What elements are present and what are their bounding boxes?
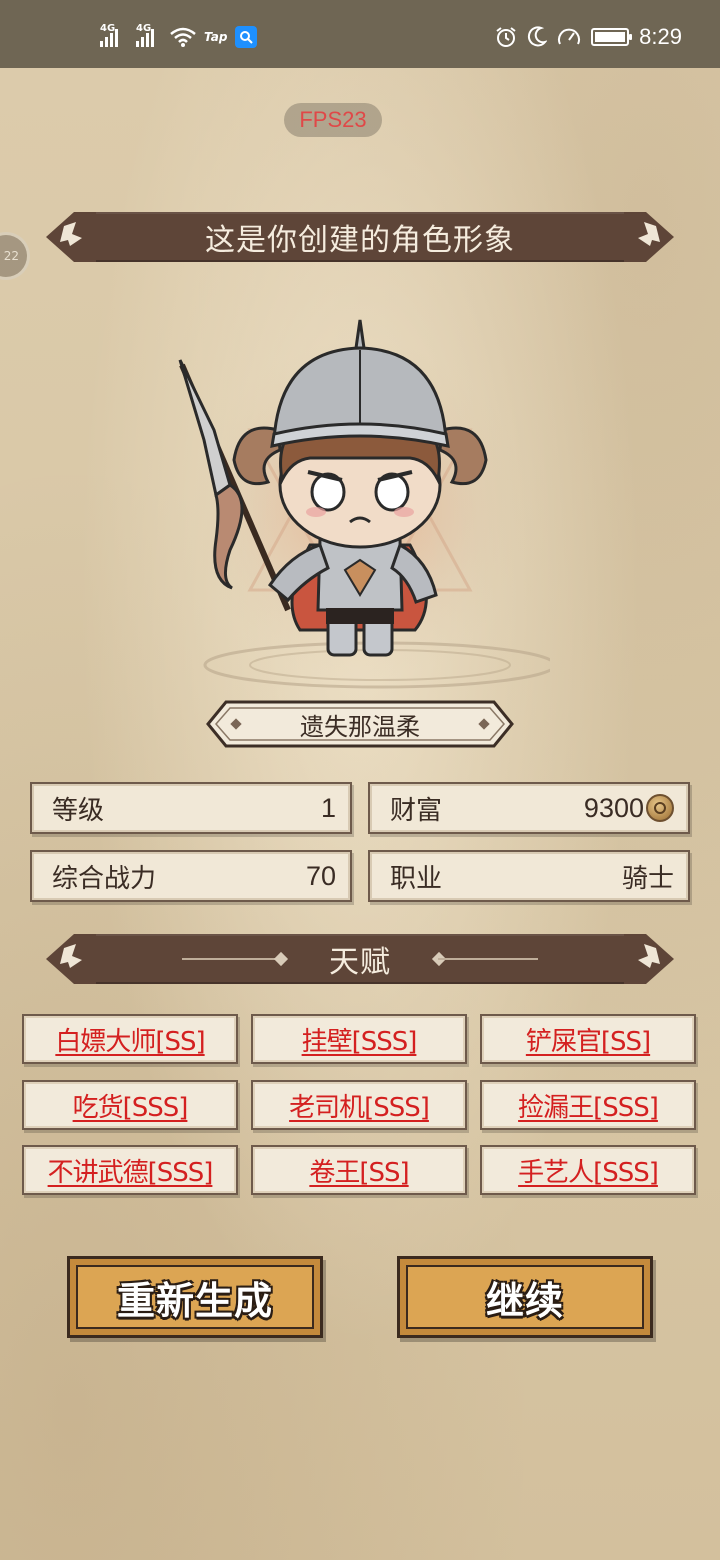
stat-value: 9300 <box>583 792 644 823</box>
talent-item[interactable]: 老司机[SSS] <box>251 1080 467 1130</box>
talent-item[interactable]: 挂壁[SSS] <box>251 1014 467 1064</box>
talent-item[interactable]: 不讲武德[SSS] <box>22 1145 238 1195</box>
stat-label: 职业 <box>390 863 443 894</box>
wifi-icon <box>170 27 196 47</box>
talent-item[interactable]: 铲屎官[SS] <box>480 1014 696 1064</box>
status-right: 8:29 <box>495 24 682 50</box>
speed-icon <box>557 26 581 48</box>
talent-item[interactable]: 手艺人[SSS] <box>480 1145 696 1195</box>
character-portrait <box>170 310 557 700</box>
fps-badge: FPS23 <box>284 103 382 137</box>
page-title: 这是你创建的角色形象 <box>205 223 515 258</box>
moon-icon <box>527 26 548 48</box>
stat-power: 综合战力 70 <box>30 850 352 902</box>
search-app-icon <box>235 26 258 48</box>
title-banner: 这是你创建的角色形象 <box>46 212 674 262</box>
stat-label: 综合战力 <box>52 863 157 894</box>
status-left: 4G 4G Tap <box>100 23 258 48</box>
talents-banner: 天赋 <box>46 934 674 984</box>
stat-label: 财富 <box>390 795 443 826</box>
regenerate-button[interactable]: 重新生成 <box>67 1256 323 1338</box>
talent-item[interactable]: 捡漏王[SSS] <box>480 1080 696 1130</box>
alarm-icon <box>495 26 517 48</box>
stat-value: 1 <box>320 792 336 823</box>
clock: 8:29 <box>639 24 682 49</box>
status-bar: 4G 4G Tap 8:29 <box>0 0 720 68</box>
talent-item[interactable]: 白嫖大师[SS] <box>22 1014 238 1064</box>
talent-item[interactable]: 吃货[SSS] <box>22 1080 238 1130</box>
taptap-icon: Tap <box>204 30 228 44</box>
stat-wealth: 财富 9300 <box>368 782 690 834</box>
signal-icon: 4G <box>100 23 118 47</box>
stat-value-group: 9300 <box>584 793 674 824</box>
stat-level: 等级 1 <box>30 782 352 834</box>
stat-value: 骑士 <box>621 863 674 894</box>
battery-icon <box>591 28 633 46</box>
stat-label: 等级 <box>52 795 105 826</box>
stat-value: 70 <box>305 860 336 891</box>
signal-icon: 4G <box>136 23 154 47</box>
stat-class: 职业 骑士 <box>368 850 690 902</box>
coin-icon <box>646 794 674 822</box>
character-name: 遗失那温柔 <box>300 712 420 741</box>
continue-button[interactable]: 继续 <box>397 1256 653 1338</box>
continue-label: 继续 <box>485 1278 564 1323</box>
character-name-plate: 遗失那温柔 <box>206 700 514 748</box>
talents-title: 天赋 <box>329 945 391 980</box>
regenerate-label: 重新生成 <box>116 1278 273 1323</box>
talent-item[interactable]: 卷王[SS] <box>251 1145 467 1195</box>
